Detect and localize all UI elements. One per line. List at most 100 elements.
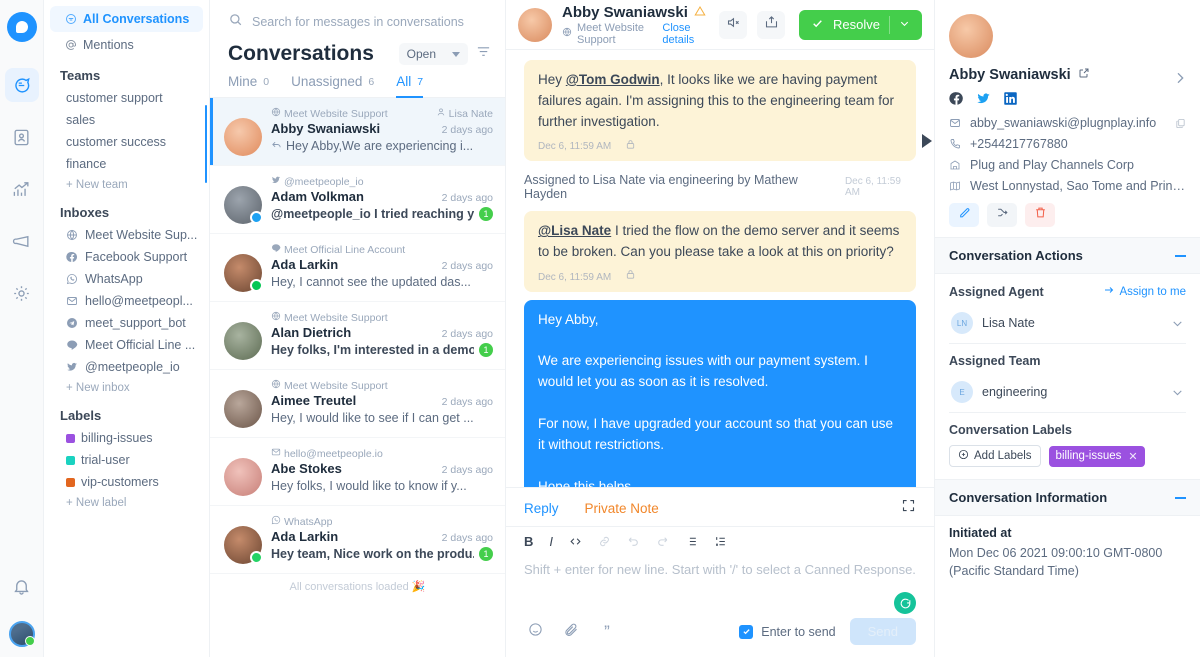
grammarly-icon[interactable] bbox=[894, 592, 916, 614]
assign-to-me-button[interactable]: Assign to me bbox=[1103, 284, 1186, 299]
next-message-arrow[interactable] bbox=[922, 134, 932, 148]
rail-item-settings[interactable] bbox=[5, 276, 39, 310]
facebook-icon[interactable] bbox=[949, 91, 964, 106]
new-inbox-button[interactable]: + New inbox bbox=[44, 378, 209, 398]
bold-icon[interactable]: B bbox=[524, 534, 533, 549]
resolve-button[interactable]: Resolve bbox=[799, 9, 922, 40]
close-details-link[interactable]: Close details bbox=[662, 22, 709, 46]
current-user-avatar[interactable] bbox=[8, 621, 35, 647]
new-label-button[interactable]: + New label bbox=[44, 493, 209, 513]
sidebar-item-label-0[interactable]: billing-issues bbox=[44, 427, 209, 449]
rail-item-reports[interactable] bbox=[5, 172, 39, 206]
conversation-list-item[interactable]: Meet Website Support Lisa Nate Abby Swania… bbox=[210, 98, 505, 166]
conversation-list-item[interactable]: @meetpeople_io Adam Volkman 2 days ago @mee… bbox=[210, 166, 505, 234]
code-icon[interactable] bbox=[569, 535, 582, 548]
conversation-preview: Hey, I would like to see if I can get ..… bbox=[271, 411, 493, 425]
tab-label: All bbox=[396, 74, 412, 89]
assigned-team-value: engineering bbox=[982, 385, 1048, 399]
sidebar-item-mentions[interactable]: Mentions bbox=[50, 32, 203, 58]
sidebar-item-inbox-4[interactable]: meet_support_bot bbox=[44, 312, 209, 334]
contact-avatar[interactable] bbox=[518, 7, 552, 42]
mention[interactable]: @Tom Godwin bbox=[566, 72, 660, 87]
reply-editor[interactable]: Shift + enter for new line. Start with '… bbox=[506, 556, 934, 614]
tab-reply[interactable]: Reply bbox=[524, 501, 559, 516]
sidebar-item-inbox-3[interactable]: hello@meetpeopl... bbox=[44, 290, 209, 312]
conversation-list-item[interactable]: Meet Website Support Aimee Treutel 2 days … bbox=[210, 370, 505, 438]
sidebar-item-label-1[interactable]: trial-user bbox=[44, 449, 209, 471]
conversation-information-accordion[interactable]: Conversation Information bbox=[935, 479, 1200, 516]
rail-item-notifications[interactable] bbox=[5, 569, 39, 603]
mention[interactable]: @Lisa Nate bbox=[538, 223, 611, 238]
label-chip-billing-issues[interactable]: billing-issues ✕ bbox=[1048, 445, 1145, 467]
advanced-filter-button[interactable] bbox=[476, 44, 491, 64]
conversation-list-item[interactable]: hello@meetpeople.io Abe Stokes 2 days ago H… bbox=[210, 438, 505, 506]
attachment-button[interactable] bbox=[560, 621, 582, 643]
ordered-list-icon[interactable] bbox=[714, 535, 727, 548]
contact-avatar-large[interactable] bbox=[949, 14, 993, 58]
resolve-label: Resolve bbox=[833, 17, 880, 32]
expand-editor-button[interactable] bbox=[901, 498, 916, 518]
mute-button[interactable] bbox=[719, 10, 748, 39]
assigned-agent-select[interactable]: LN Lisa Nate bbox=[949, 305, 1186, 344]
bullet-list-icon[interactable] bbox=[685, 535, 698, 548]
outgoing-message-bubble[interactable]: Hey Abby, We are experiencing issues wit… bbox=[524, 299, 916, 487]
delete-contact-button[interactable] bbox=[1025, 203, 1055, 227]
undo-icon[interactable] bbox=[627, 535, 640, 548]
message-list[interactable]: Hey @Tom Godwin, It looks like we are ha… bbox=[506, 50, 934, 487]
editor-placeholder: Shift + enter for new line. Start with '… bbox=[524, 562, 916, 577]
emoji-button[interactable] bbox=[524, 621, 546, 643]
conversation-list-item[interactable]: Meet Official Line Account Ada Larkin 2 da… bbox=[210, 234, 505, 302]
rail-item-conversations[interactable] bbox=[4, 68, 39, 102]
private-note-bubble[interactable]: Hey @Tom Godwin, It looks like we are ha… bbox=[524, 60, 916, 162]
rail-item-contacts[interactable] bbox=[5, 120, 39, 154]
conversation-actions-accordion[interactable]: Conversation Actions bbox=[935, 237, 1200, 274]
link-icon[interactable] bbox=[598, 535, 611, 548]
sidebar-item-team-2[interactable]: customer success bbox=[44, 131, 209, 153]
tab-private-note[interactable]: Private Note bbox=[585, 501, 659, 516]
conversation-preview: Hey, I cannot see the updated das... bbox=[271, 275, 493, 289]
private-note-bubble[interactable]: @Lisa Nate I tried the flow on the demo … bbox=[524, 211, 916, 292]
sidebar-item-inbox-1[interactable]: Facebook Support bbox=[44, 246, 209, 268]
tab-mine[interactable]: Mine 0 bbox=[228, 74, 269, 98]
conversation-item-preview-row: Hey, I would like to see if I can get ..… bbox=[271, 411, 493, 425]
contact-location: West Lonnystad, Sao Tome and Principe... bbox=[970, 179, 1186, 193]
search-input[interactable] bbox=[252, 15, 491, 29]
redo-icon[interactable] bbox=[656, 535, 669, 548]
collapse-sidebar-button[interactable] bbox=[1172, 70, 1188, 91]
copy-icon[interactable] bbox=[1175, 118, 1186, 129]
new-team-button[interactable]: + New team bbox=[44, 175, 209, 195]
emoji-icon bbox=[528, 622, 543, 642]
merge-contact-button[interactable] bbox=[987, 203, 1017, 227]
external-link-icon[interactable] bbox=[1078, 67, 1090, 83]
enter-to-send-checkbox[interactable]: Enter to send bbox=[739, 624, 836, 639]
canned-response-button[interactable]: ” bbox=[596, 621, 618, 643]
activity-text: Assigned to Lisa Nate via engineering by… bbox=[524, 173, 798, 202]
sidebar-item-inbox-5[interactable]: Meet Official Line ... bbox=[44, 334, 209, 356]
close-icon[interactable]: ✕ bbox=[1128, 450, 1137, 463]
tab-unassigned[interactable]: Unassigned 6 bbox=[291, 74, 374, 98]
conversation-list-item[interactable]: Meet Website Support Alan Dietrich 2 days … bbox=[210, 302, 505, 370]
sidebar-item-all-conversations[interactable]: All Conversations bbox=[50, 6, 203, 32]
assigned-team-select[interactable]: E engineering bbox=[949, 374, 1186, 413]
chevron-down-icon[interactable] bbox=[899, 17, 910, 32]
sidebar-item-inbox-2[interactable]: WhatsApp bbox=[44, 268, 209, 290]
send-button[interactable]: Send bbox=[849, 618, 916, 645]
italic-icon[interactable]: I bbox=[549, 534, 553, 549]
sidebar-item-inbox-6[interactable]: @meetpeople_io bbox=[44, 356, 209, 378]
share-button[interactable] bbox=[757, 10, 786, 39]
add-labels-button[interactable]: Add Labels bbox=[949, 445, 1041, 467]
nav-scrollbar[interactable] bbox=[205, 105, 207, 183]
tab-all[interactable]: All 7 bbox=[396, 74, 424, 98]
edit-contact-button[interactable] bbox=[949, 203, 979, 227]
sidebar-item-team-0[interactable]: customer support bbox=[44, 87, 209, 109]
sidebar-item-team-3[interactable]: finance bbox=[44, 153, 209, 175]
rail-item-campaigns[interactable] bbox=[5, 224, 39, 258]
linkedin-icon[interactable] bbox=[1003, 91, 1018, 106]
status-filter-dropdown[interactable]: Open bbox=[398, 43, 468, 65]
sidebar-item-inbox-0[interactable]: Meet Website Sup... bbox=[44, 224, 209, 246]
sidebar-item-team-1[interactable]: sales bbox=[44, 109, 209, 131]
conversation-scroll[interactable]: Meet Website Support Lisa Nate Abby Swania… bbox=[210, 98, 505, 657]
conversation-list-item[interactable]: WhatsApp Ada Larkin 2 days ago Hey team, Ni… bbox=[210, 506, 505, 574]
twitter-icon[interactable] bbox=[976, 91, 991, 106]
sidebar-item-label-2[interactable]: vip-customers bbox=[44, 471, 209, 493]
